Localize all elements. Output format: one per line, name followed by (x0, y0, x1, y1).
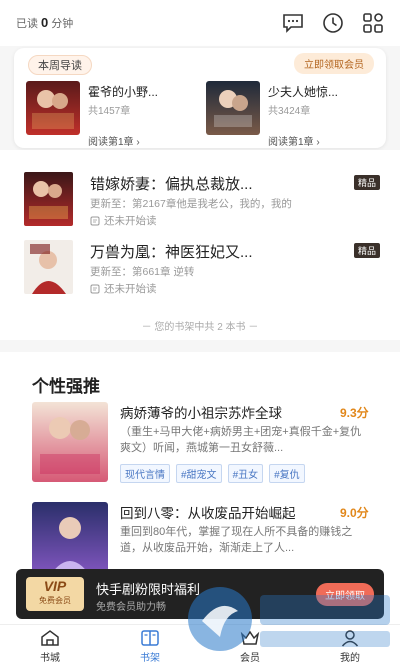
message-icon[interactable] (282, 12, 304, 34)
book-status-icon (90, 216, 100, 225)
clock-icon[interactable] (322, 12, 344, 34)
reading-status: 还未开始读 (104, 215, 157, 227)
book-tag[interactable]: #丑女 (227, 464, 264, 483)
weekly-book-title: 少夫人她惊... (268, 85, 339, 99)
top-bar: 已读 0 分钟 (0, 0, 400, 46)
recommend-book-desc: （重生+马甲大佬+病娇男主+团宠+真假千金+复仇爽文）听闻，燕城第一丑女舒薇..… (120, 426, 362, 454)
book-tag[interactable]: #甜宠文 (176, 464, 222, 483)
watermark-logo (188, 587, 390, 651)
reading-minutes: 0 (41, 15, 49, 30)
bookshelf-icon (141, 629, 159, 646)
book-cover (24, 172, 73, 226)
weekly-book-chapters: 共1457章 (88, 106, 131, 117)
book-score: 9.0分 (340, 506, 369, 520)
read-chapter-link[interactable]: 阅读第1章 › (268, 133, 338, 148)
book-status-icon (90, 284, 100, 293)
shelf-book-update: 更新至：第661章 逆转 (90, 266, 195, 278)
book-tags: 现代言情 #甜宠文 #丑女 #复仇 (120, 464, 305, 483)
book-tag[interactable]: #复仇 (269, 464, 305, 483)
premium-badge: 精品 (353, 243, 380, 258)
recommend-book-title: 回到八零：从收废品开始崛起 (120, 506, 296, 521)
reading-time: 已读 0 分钟 (16, 15, 73, 31)
shelf-book-title: 错嫁娇妻：偏执总裁放... (90, 176, 253, 193)
bookshelf-list: 错嫁娇妻：偏执总裁放... 精品 更新至：第2167章他是我老公，我的，我的 还… (0, 150, 400, 340)
book-cover (24, 240, 73, 294)
shelf-book-update: 更新至：第2167章他是我老公，我的，我的 (90, 198, 292, 210)
promo-subtitle: 免费会员助力畅 (96, 602, 166, 613)
shelf-book-item[interactable]: 万兽为凰：神医狂妃又... 精品 更新至：第661章 逆转 还未开始读 (24, 240, 384, 296)
reading-prefix: 已读 (16, 18, 38, 30)
tab-bookstore[interactable]: 书城 (0, 625, 100, 667)
weekly-guide-tag: 本周导读 (28, 55, 92, 75)
read-chapter-link[interactable]: 阅读第1章 › (88, 133, 158, 148)
claim-member-button[interactable]: 立即领取会员 (294, 53, 374, 74)
premium-badge: 精品 (353, 175, 380, 190)
book-cover (26, 81, 80, 135)
recommend-book-title: 病娇薄爷的小祖宗苏炸全球 (120, 406, 282, 421)
weekly-book-title: 霍爷的小野... (88, 85, 159, 99)
bookstore-icon (41, 629, 59, 646)
shelf-book-title: 万兽为凰：神医狂妃又... (90, 244, 253, 261)
vip-badge: VIP 免费会员 (26, 577, 84, 611)
weekly-book-2[interactable]: 少夫人她惊... 共3424章 阅读第1章 › (206, 81, 338, 148)
tab-label: 书架 (140, 652, 160, 664)
reading-status: 还未开始读 (104, 283, 157, 295)
reading-suffix: 分钟 (51, 18, 74, 30)
grid-icon[interactable] (362, 12, 384, 34)
recommend-book-desc: 重回到80年代，掌握了现在人所不具备的赚钱之道，从收废品开始，渐渐走上了人... (120, 526, 353, 554)
shelf-book-item[interactable]: 错嫁娇妻：偏执总裁放... 精品 更新至：第2167章他是我老公，我的，我的 还… (24, 172, 384, 228)
book-score: 9.3分 (340, 406, 369, 420)
weekly-book-1[interactable]: 霍爷的小野... 共1457章 阅读第1章 › (26, 81, 158, 148)
vip-label: VIP (43, 578, 67, 594)
vip-sublabel: 免费会员 (39, 596, 71, 605)
book-cover (206, 81, 260, 135)
shelf-count-text: － 您的书架中共 2 本书 － (141, 322, 259, 333)
recommend-heading: 个性强推 (32, 377, 100, 396)
weekly-guide-card: 本周导读 立即领取会员 霍爷的小野... 共1457章 阅读第1章 › 少夫人她… (14, 48, 386, 148)
book-cover (32, 402, 108, 482)
tab-label: 书城 (40, 652, 60, 664)
book-tag[interactable]: 现代言情 (120, 464, 170, 483)
weekly-book-chapters: 共3424章 (268, 106, 311, 117)
